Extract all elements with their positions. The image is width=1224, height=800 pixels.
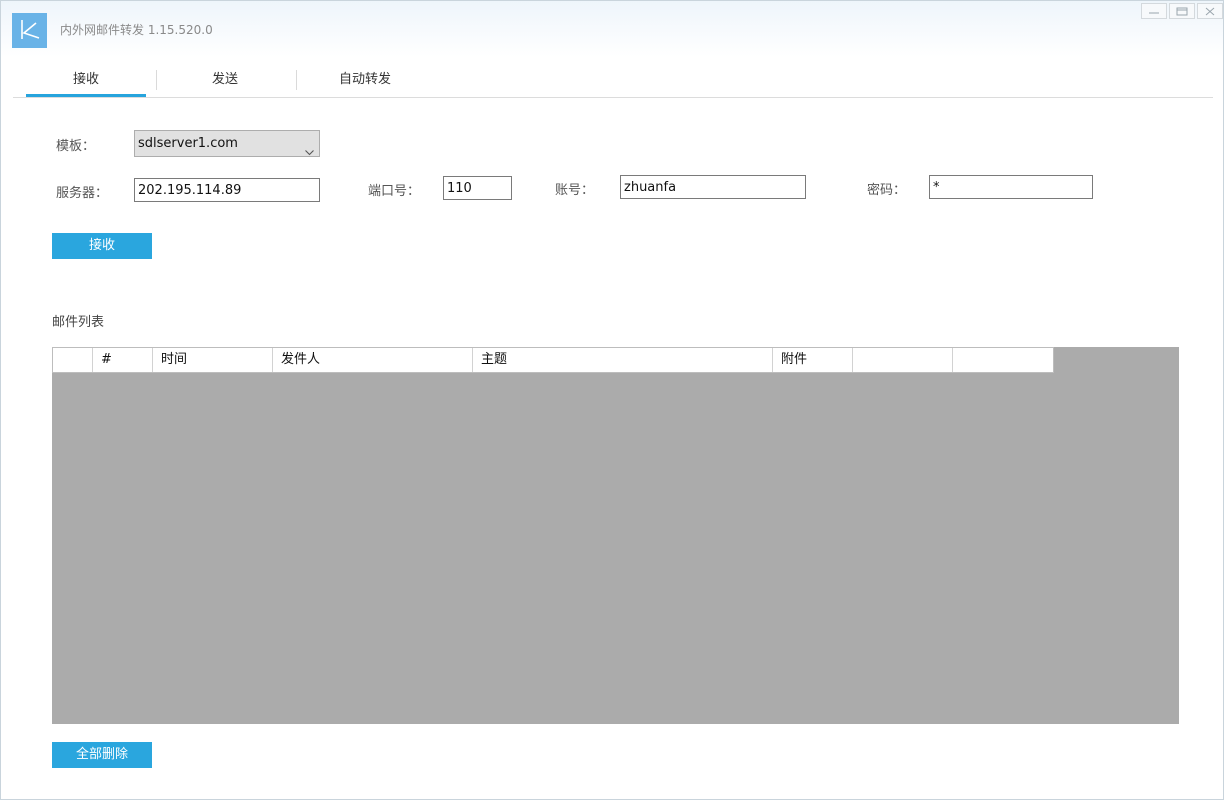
password-label: 密码： xyxy=(867,183,907,198)
column-header-subject[interactable]: 主题 xyxy=(473,348,773,372)
receive-button[interactable]: 接收 xyxy=(52,233,152,259)
app-logo-icon xyxy=(12,13,47,48)
account-input[interactable] xyxy=(620,175,806,199)
server-input[interactable] xyxy=(134,178,320,202)
delete-all-button[interactable]: 全部删除 xyxy=(52,742,152,768)
maximize-button[interactable] xyxy=(1169,3,1195,19)
account-label: 账号： xyxy=(555,183,595,198)
app-title: 内外网邮件转发 1.15.520.0 xyxy=(60,23,213,37)
template-selected-value: sdlserver1.com xyxy=(138,136,238,151)
column-header-extra-1[interactable] xyxy=(853,348,953,372)
tab-bar: 接收 发送 自动转发 xyxy=(13,63,1213,98)
mail-list-title: 邮件列表 xyxy=(52,315,105,330)
app-window: 内外网邮件转发 1.15.520.0 接收 发送 自动转发 模板： sdlser… xyxy=(0,0,1224,800)
column-header-time[interactable]: 时间 xyxy=(153,348,273,372)
tab-receive[interactable]: 接收 xyxy=(26,63,146,97)
server-label: 服务器： xyxy=(56,186,109,201)
port-input[interactable] xyxy=(443,176,512,200)
title-bar: 内外网邮件转发 1.15.520.0 xyxy=(1,1,1223,57)
template-label: 模板： xyxy=(56,139,96,154)
tab-divider xyxy=(156,70,157,90)
close-button[interactable] xyxy=(1197,3,1223,19)
tab-send[interactable]: 发送 xyxy=(165,63,285,96)
template-select[interactable]: sdlserver1.com xyxy=(134,130,320,157)
column-header-number[interactable]: # xyxy=(93,348,153,372)
column-header-select[interactable] xyxy=(53,348,93,372)
chevron-down-icon xyxy=(305,140,314,165)
column-header-sender[interactable]: 发件人 xyxy=(273,348,473,372)
column-header-attachment[interactable]: 附件 xyxy=(773,348,853,372)
column-header-extra-2[interactable] xyxy=(953,348,1053,372)
minimize-button[interactable] xyxy=(1141,3,1167,19)
mail-list-grid[interactable]: # 时间 发件人 主题 附件 xyxy=(52,347,1179,724)
mail-list-header: # 时间 发件人 主题 附件 xyxy=(52,347,1054,373)
password-input[interactable] xyxy=(929,175,1093,199)
port-label: 端口号： xyxy=(368,184,421,199)
tab-divider xyxy=(296,70,297,90)
tab-auto-forward[interactable]: 自动转发 xyxy=(305,63,425,96)
